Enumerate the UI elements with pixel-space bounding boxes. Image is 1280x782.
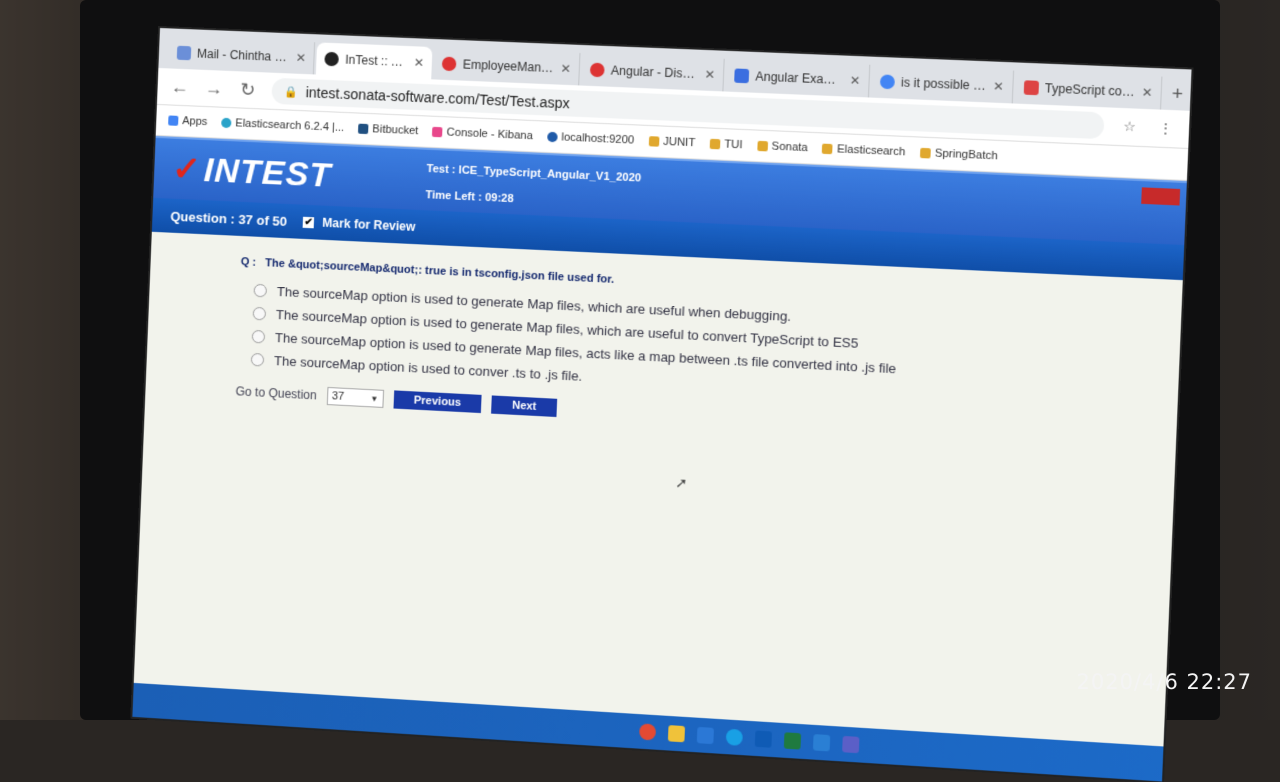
store-icon[interactable]	[696, 726, 714, 745]
angular-icon	[442, 56, 457, 72]
tab-google-search[interactable]: is it possible mul ✕	[871, 64, 1014, 104]
tab-label: TypeScript compi	[1044, 81, 1136, 100]
forward-icon[interactable]: →	[203, 77, 224, 99]
bookmark-label: Elasticsearch 6.2.4 |...	[235, 117, 345, 135]
bookmark-label: Sonata	[771, 140, 809, 155]
bookmark-kibana[interactable]: Console - Kibana	[432, 126, 533, 142]
tab-employee-manage[interactable]: EmployeeManage ✕	[433, 47, 581, 86]
mouse-cursor-icon: ➚	[675, 474, 688, 492]
bookmark-label: Elasticsearch	[836, 143, 906, 159]
goto-value: 37	[331, 390, 345, 403]
mail-icon	[176, 45, 192, 61]
folder-icon	[822, 143, 834, 155]
question-text: The &quot;sourceMap&quot;: true is in ts…	[264, 257, 615, 286]
tab-label: InTest :: Test	[344, 52, 409, 70]
teams-icon[interactable]	[842, 735, 860, 754]
lock-icon: 🔒	[283, 85, 298, 99]
folder-icon	[709, 138, 721, 150]
radio-button[interactable]	[251, 329, 266, 344]
folder-icon	[919, 147, 931, 159]
tab-angular-display[interactable]: Angular - Display ✕	[581, 53, 725, 92]
goto-question-select[interactable]: 37 ▼	[326, 386, 384, 408]
folder-icon[interactable]	[667, 725, 686, 743]
tab-label: Angular Example	[755, 69, 844, 88]
logo-text: INTEST	[203, 151, 333, 195]
bookmark-apps[interactable]: Apps	[168, 114, 208, 128]
back-icon[interactable]: ←	[169, 76, 190, 98]
globe-icon	[324, 51, 340, 67]
bookmark-label: SpringBatch	[934, 147, 998, 163]
bookmark-junit[interactable]: JUNIT	[648, 135, 696, 150]
apps-grid-icon	[168, 115, 179, 126]
bookmark-elasticsearch[interactable]: Elasticsearch	[822, 143, 906, 159]
new-tab-button[interactable]: +	[1164, 77, 1192, 111]
intest-logo: ✓INTEST	[172, 149, 333, 196]
radio-button[interactable]	[250, 352, 265, 367]
url-text: intest.sonata-software.com/Test/Test.asp…	[305, 84, 571, 112]
bookmark-label: localhost:9200	[561, 131, 635, 147]
bookmark-tui[interactable]: TUI	[709, 138, 743, 152]
goto-label: Go to Question	[235, 384, 318, 403]
mark-review-label: Mark for Review	[322, 215, 416, 235]
tab-label: is it possible mul	[900, 75, 988, 94]
close-icon[interactable]: ✕	[414, 55, 425, 70]
tab-label: Angular - Display	[610, 63, 699, 82]
chrome-icon[interactable]	[639, 723, 657, 741]
excel-icon[interactable]	[783, 732, 802, 750]
google-icon	[879, 74, 896, 90]
radio-button[interactable]	[252, 306, 267, 321]
tab-angular-example[interactable]: Angular Example ✕	[725, 58, 871, 98]
bookmark-bitbucket[interactable]: Bitbucket	[358, 123, 419, 138]
checkmark-icon: ✓	[171, 149, 203, 189]
lightning-icon	[734, 68, 750, 84]
question-prefix: Q :	[240, 256, 257, 269]
folder-icon	[756, 140, 768, 152]
bookmark-label: Apps	[182, 115, 208, 129]
bookmark-label: TUI	[723, 138, 743, 152]
question-counter: Question : 37 of 50	[170, 208, 288, 229]
previous-button[interactable]: Previous	[393, 390, 482, 414]
skype-icon[interactable]	[725, 728, 743, 746]
kibana-icon	[432, 126, 443, 138]
menu-icon[interactable]: ⋮	[1155, 120, 1177, 137]
bookmark-label: Bitbucket	[372, 123, 419, 138]
chevron-down-icon: ▼	[370, 393, 379, 404]
bookmark-label: JUNIT	[662, 135, 696, 150]
reload-icon[interactable]: ↻	[237, 79, 258, 101]
mark-review-checkbox[interactable]: ✔	[302, 216, 315, 228]
typescript-icon	[1023, 80, 1039, 96]
close-icon[interactable]: ✕	[704, 67, 715, 82]
vscode-icon[interactable]	[812, 734, 831, 752]
screen: Mail - Chintha Ran ✕ InTest :: Test ✕ Em…	[132, 28, 1192, 782]
tab-intest[interactable]: InTest :: Test ✕	[316, 42, 433, 80]
star-icon[interactable]: ☆	[1119, 118, 1141, 135]
windows-taskbar	[132, 682, 1192, 782]
globe-icon	[546, 131, 558, 143]
bookmark-label: Console - Kibana	[446, 126, 533, 143]
bookmark-springbatch[interactable]: SpringBatch	[919, 147, 998, 163]
bookmark-localhost[interactable]: localhost:9200	[546, 131, 635, 147]
radio-button[interactable]	[253, 283, 268, 298]
folder-icon	[648, 136, 660, 147]
outlook-icon[interactable]	[754, 730, 773, 748]
photo-timestamp: 2020/4/6 22:27	[1076, 670, 1252, 694]
tab-typescript[interactable]: TypeScript compi ✕	[1014, 70, 1163, 110]
bookmark-sonata[interactable]: Sonata	[756, 140, 809, 155]
close-icon[interactable]: ✕	[560, 61, 571, 76]
tab-label: Mail - Chintha Ran	[196, 46, 290, 65]
next-button[interactable]: Next	[491, 395, 558, 418]
close-icon[interactable]: ✕	[993, 79, 1004, 94]
close-icon[interactable]: ✕	[295, 51, 306, 65]
elastic-icon	[221, 117, 232, 129]
test-info: Test : ICE_TypeScript_Angular_V1_2020 Ti…	[425, 156, 642, 218]
angular-icon	[590, 62, 606, 78]
bitbucket-icon	[358, 123, 369, 135]
tab-mail[interactable]: Mail - Chintha Ran ✕	[168, 36, 316, 75]
close-icon[interactable]: ✕	[850, 73, 861, 88]
tab-label: EmployeeManage	[462, 57, 555, 76]
bookmark-elasticsearch-docs[interactable]: Elasticsearch 6.2.4 |...	[221, 117, 344, 134]
logout-button[interactable]	[1141, 187, 1181, 206]
close-icon[interactable]: ✕	[1142, 85, 1153, 100]
